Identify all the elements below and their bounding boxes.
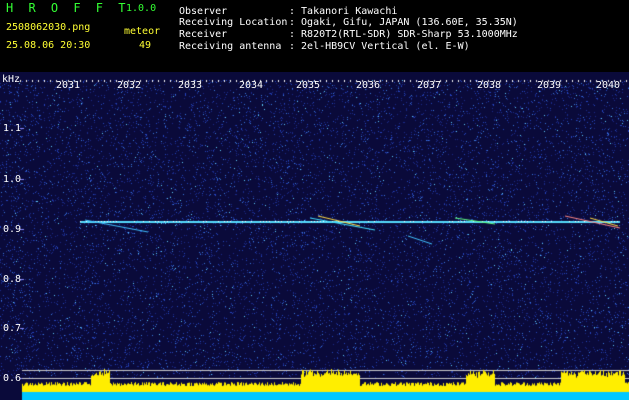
antenna-label: Receiving antenna [179,41,282,52]
x-tick-label: 2032 [117,80,142,91]
x-tick-label: 2039 [537,80,562,91]
y-tick-label: 1.0 [3,174,22,185]
y-tick-label: 0.9 [3,224,22,235]
x-tick-label: 2038 [477,80,502,91]
meteor-count-value: 49 [139,40,152,51]
receiver-label: Receiver [179,29,228,40]
x-tick-label: 2035 [296,80,321,91]
file-name: 2508062030.png [6,22,91,33]
y-tick-label: 1.1 [3,123,22,134]
location-value: : Ogaki, Gifu, JAPAN (136.60E, 35.35N) [289,17,518,28]
x-tick-label: 2033 [178,80,203,91]
y-axis-unit: kHz [2,74,21,85]
x-tick-label: 2034 [239,80,264,91]
x-tick-label: 2037 [417,80,442,91]
date-time: 25.08.06 20:30 [6,40,91,51]
antenna-value: : 2el-HB9CV Vertical (el. E-W) [289,41,470,52]
y-tick-label: 0.6 [3,373,22,384]
x-tick-label: 2036 [356,80,381,91]
app-version: 1.0.0 [126,3,157,14]
x-tick-label: 2031 [56,80,81,91]
y-tick-label: 0.8 [3,274,22,285]
spectrogram [0,72,629,400]
receiver-value: : R820T2(RTL-SDR) SDR-Sharp 53.1000MHz [289,29,518,40]
y-tick-label: 0.7 [3,323,22,334]
header-panel: H R O F F T 1.0.0 2508062030.png 25.08.0… [0,0,629,72]
location-label: Receiving Location [179,17,288,28]
meteor-count-label: meteor [124,26,161,37]
x-tick-label: 2040 [596,80,621,91]
app-title: H R O F F T [6,1,130,15]
